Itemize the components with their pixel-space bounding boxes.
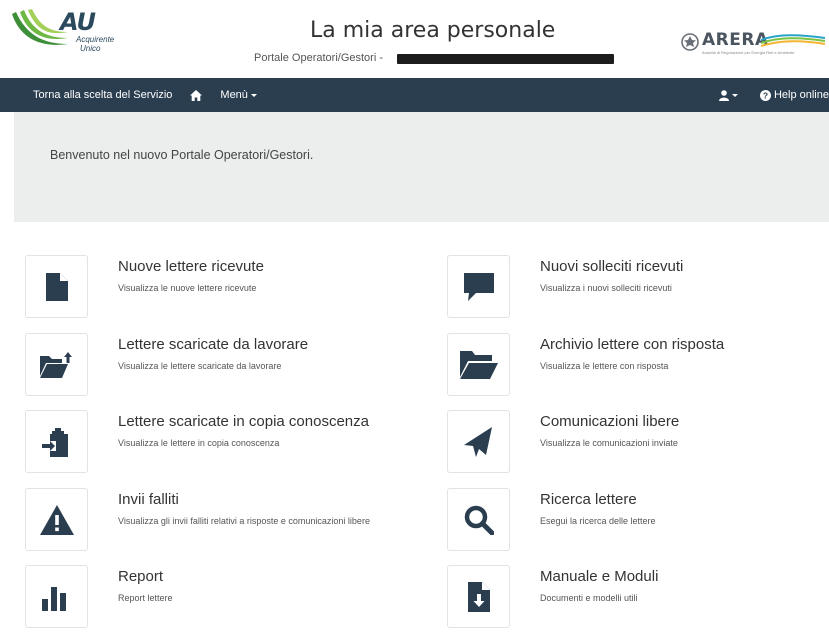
folder-upload-icon <box>39 351 72 378</box>
tile-icon-box <box>25 255 88 318</box>
page-title: La mia area personale <box>310 18 556 43</box>
folder-open-icon <box>459 350 498 379</box>
tile-lettere-da-lavorare[interactable]: Lettere scaricate da lavorare Visualizza… <box>25 333 405 401</box>
tile-icon-box <box>25 565 88 628</box>
tile-title: Nuove lettere ricevute <box>118 258 264 275</box>
tile-icon-box <box>447 488 510 551</box>
tile-title: Lettere scaricate in copia conoscenza <box>118 413 369 430</box>
tile-title: Manuale e Moduli <box>540 568 659 585</box>
tile-desc: Visualizza le lettere in copia conoscenz… <box>118 438 280 448</box>
tile-desc: Visualizza i nuovi solleciti ricevuti <box>540 283 672 293</box>
bar-chart-icon <box>41 586 66 611</box>
tile-desc: Report lettere <box>118 593 173 603</box>
tile-desc: Visualizza le lettere con risposta <box>540 361 669 371</box>
tile-icon-box <box>25 333 88 396</box>
arera-tagline: Autorità di Regolazione per Energia Reti… <box>702 50 795 55</box>
tile-invii-falliti[interactable]: Invii falliti Visualizza gli invii falli… <box>25 488 405 556</box>
au-logo-text: AU <box>60 8 96 36</box>
back-to-service-label: Torna alla scelta del Servizio <box>33 89 173 101</box>
arera-logo-text: ARERA <box>702 30 769 50</box>
tile-title: Archivio lettere con risposta <box>540 336 725 353</box>
comment-icon <box>463 272 494 301</box>
tile-icon-box <box>25 410 88 473</box>
file-download-icon <box>467 581 490 612</box>
tile-desc: Esegui la ricerca delle lettere <box>540 516 656 526</box>
welcome-banner: Benvenuto nel nuovo Portale Operatori/Ge… <box>14 112 829 222</box>
search-icon <box>464 505 494 535</box>
arera-logo[interactable]: ARERA Autorità di Regolazione per Energi… <box>680 30 825 60</box>
clipboard-arrow-icon <box>41 427 68 457</box>
top-navbar: Torna alla scelta del Servizio Menù ? He… <box>0 78 829 112</box>
menu-dropdown[interactable]: Menù <box>212 78 265 112</box>
help-online-label: Help online <box>773 89 829 101</box>
user-dropdown[interactable] <box>711 78 752 112</box>
chevron-down-icon <box>731 93 738 97</box>
home-link[interactable] <box>180 78 212 112</box>
tile-archivio-lettere[interactable]: Archivio lettere con risposta Visualizza… <box>447 333 827 401</box>
welcome-text: Benvenuto nel nuovo Portale Operatori/Ge… <box>50 148 314 162</box>
page-header: AU Acquirente Unico La mia area personal… <box>0 0 829 78</box>
tile-title: Report <box>118 568 164 585</box>
back-to-service-link[interactable]: Torna alla scelta del Servizio <box>0 78 180 112</box>
question-circle-icon: ? <box>759 89 771 101</box>
home-icon <box>190 89 203 101</box>
tile-icon-box <box>447 333 510 396</box>
au-logo[interactable]: AU Acquirente Unico <box>10 8 140 56</box>
menu-label: Menù <box>220 89 248 101</box>
svg-text:?: ? <box>763 90 768 100</box>
tile-desc: Visualizza le nuove lettere ricevute <box>118 283 257 293</box>
tile-icon-box <box>447 565 510 628</box>
send-icon <box>463 426 492 457</box>
tile-title: Lettere scaricate da lavorare <box>118 336 309 353</box>
tile-ricerca-lettere[interactable]: Ricerca lettere Esegui la ricerca delle … <box>447 488 827 556</box>
help-online-link[interactable]: ? Help online <box>752 78 829 112</box>
tile-title: Nuovi solleciti ricevuti <box>540 258 684 275</box>
tile-desc: Visualizza gli invii falliti relativi a … <box>118 516 370 526</box>
tile-icon-box <box>447 410 510 473</box>
tile-desc: Visualizza le lettere scaricate da lavor… <box>118 361 282 371</box>
tile-icon-box <box>25 488 88 551</box>
tile-nuovi-solleciti[interactable]: Nuovi solleciti ricevuti Visualizza i nu… <box>447 255 827 323</box>
tile-comunicazioni-libere[interactable]: Comunicazioni libere Visualizza le comun… <box>447 410 827 478</box>
au-logo-line2: Unico <box>80 44 101 53</box>
au-logo-line1: Acquirente <box>76 35 115 44</box>
tile-desc: Visualizza le comunicazioni inviate <box>540 438 678 448</box>
tile-copia-conoscenza[interactable]: Lettere scaricate in copia conoscenza Vi… <box>25 410 405 478</box>
file-icon <box>45 272 68 301</box>
warning-icon <box>39 504 74 535</box>
arera-waves-icon <box>761 34 825 47</box>
user-icon <box>718 89 729 101</box>
arera-emblem-icon <box>681 33 699 51</box>
redacted-operator-name <box>397 54 614 64</box>
tile-desc: Documenti e modelli utili <box>540 593 638 603</box>
tile-title: Comunicazioni libere <box>540 413 680 430</box>
tile-icon-box <box>447 255 510 318</box>
chevron-down-icon <box>250 93 257 97</box>
tile-title: Ricerca lettere <box>540 491 637 508</box>
tile-title: Invii falliti <box>118 491 179 508</box>
tile-nuove-lettere[interactable]: Nuove lettere ricevute Visualizza le nuo… <box>25 255 405 323</box>
page-subtitle: Portale Operatori/Gestori - <box>254 52 383 64</box>
